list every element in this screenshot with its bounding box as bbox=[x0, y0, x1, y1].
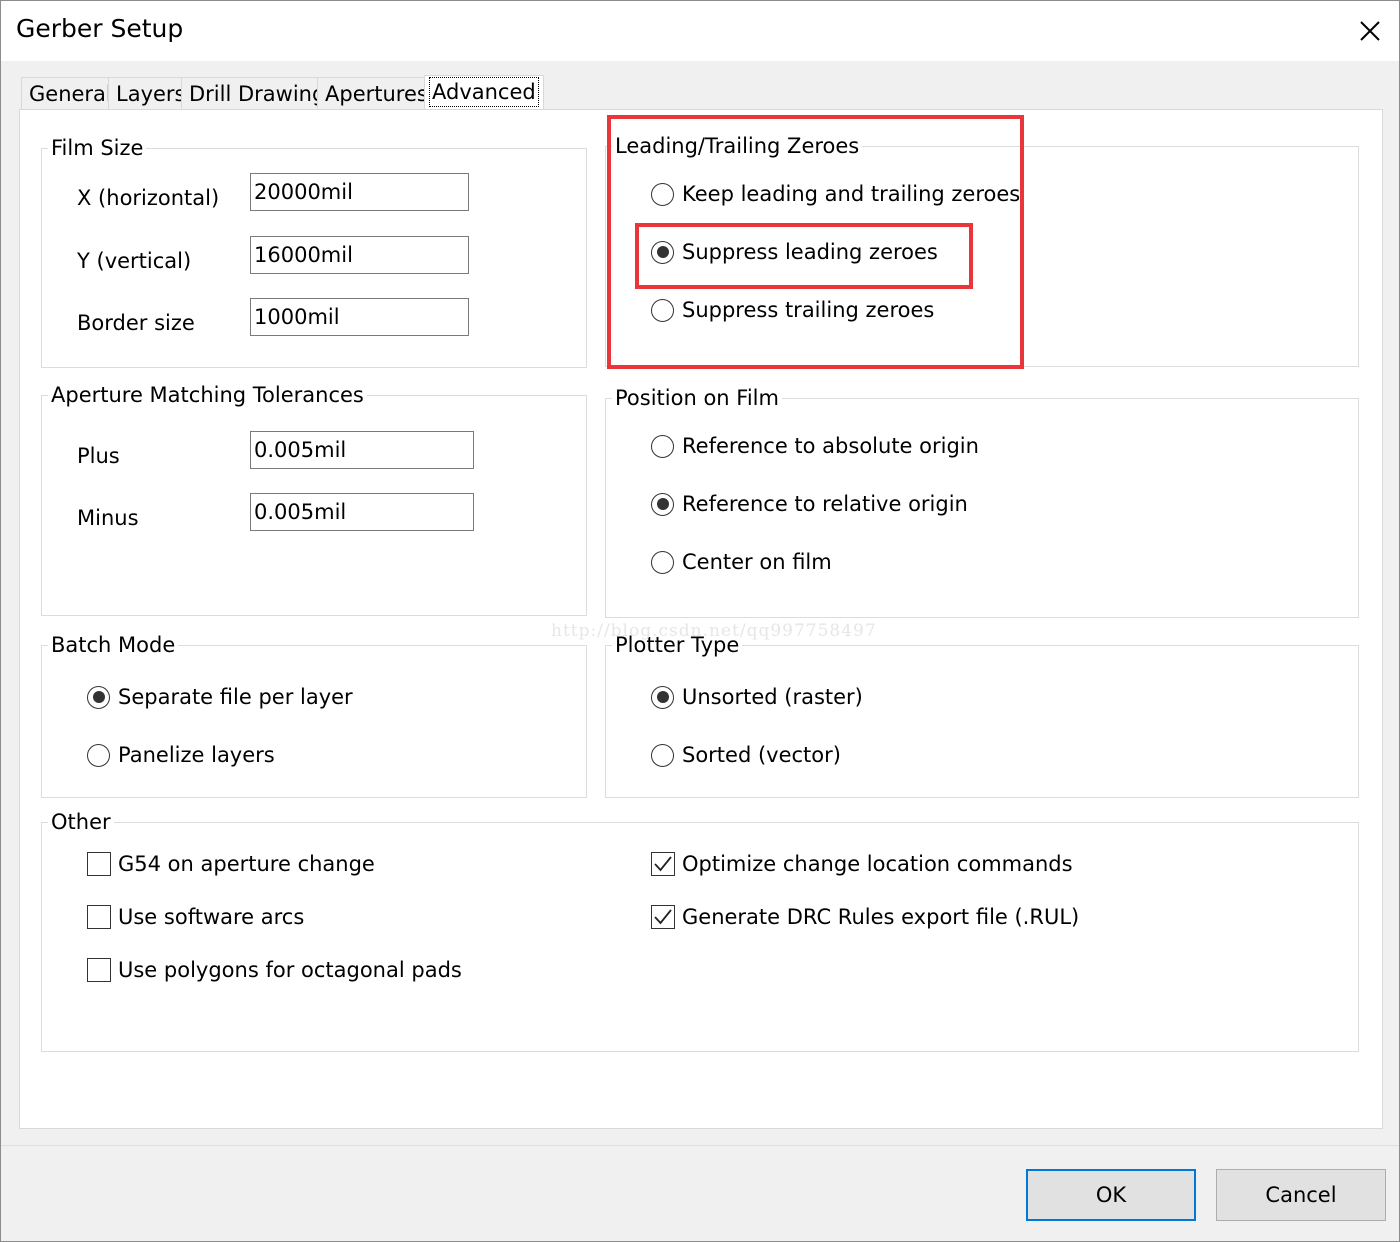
watermark: http://blog.csdn.net/qq997758497 bbox=[551, 621, 877, 641]
tab-general[interactable]: General bbox=[21, 77, 120, 111]
radio-button[interactable] bbox=[651, 685, 674, 709]
y-vertical-input[interactable]: 16000mil bbox=[250, 236, 469, 274]
aperture-tolerances-title: Aperture Matching Tolerances bbox=[48, 381, 367, 409]
checkmark-icon bbox=[654, 909, 672, 925]
x-horizontal-label: X (horizontal) bbox=[77, 186, 220, 210]
y-vertical-label: Y (vertical) bbox=[77, 249, 192, 273]
advanced-tab-panel: Film Size X (horizontal) 20000mil Y (ver… bbox=[19, 109, 1383, 1129]
film-size-group: Film Size X (horizontal) 20000mil Y (ver… bbox=[41, 134, 587, 368]
radio-button[interactable] bbox=[87, 685, 110, 709]
position-on-film-title: Position on Film bbox=[612, 384, 782, 412]
footer-separator bbox=[1, 1145, 1399, 1146]
keep-zeroes-option[interactable]: Keep leading and trailing zeroes bbox=[651, 182, 1020, 206]
sorted-vector-option[interactable]: Sorted (vector) bbox=[651, 743, 841, 767]
plotter-type-group: Plotter Type Unsorted (raster) Sorted (v… bbox=[605, 631, 1359, 798]
checkbox[interactable] bbox=[87, 852, 111, 876]
relative-origin-option[interactable]: Reference to relative origin bbox=[651, 492, 968, 516]
checkmark-icon bbox=[654, 856, 672, 872]
border-size-input[interactable]: 1000mil bbox=[250, 298, 469, 336]
absolute-origin-option[interactable]: Reference to absolute origin bbox=[651, 434, 979, 458]
zeroes-group: Leading/Trailing Zeroes Keep leading and… bbox=[605, 132, 1359, 367]
batch-mode-group: Batch Mode Separate file per layer Panel… bbox=[41, 631, 587, 798]
border-size-label: Border size bbox=[77, 311, 195, 335]
separate-file-option[interactable]: Separate file per layer bbox=[87, 685, 353, 709]
octagonal-pads-option[interactable]: Use polygons for octagonal pads bbox=[87, 958, 462, 982]
radio-button[interactable] bbox=[651, 298, 674, 322]
radio-button[interactable] bbox=[651, 492, 674, 516]
plus-label: Plus bbox=[77, 444, 120, 468]
checkbox[interactable] bbox=[87, 905, 111, 929]
plus-input[interactable]: 0.005mil bbox=[250, 431, 474, 469]
minus-label: Minus bbox=[77, 506, 139, 530]
position-on-film-group: Position on Film Reference to absolute o… bbox=[605, 384, 1359, 618]
minus-input[interactable]: 0.005mil bbox=[250, 493, 474, 531]
radio-button[interactable] bbox=[651, 743, 674, 767]
title-bar: Gerber Setup bbox=[1, 1, 1399, 61]
suppress-trailing-option[interactable]: Suppress trailing zeroes bbox=[651, 298, 934, 322]
close-button[interactable] bbox=[1348, 9, 1392, 53]
batch-mode-title: Batch Mode bbox=[48, 631, 179, 659]
checkbox[interactable] bbox=[651, 852, 675, 876]
other-group: Other G54 on aperture change Use softwar… bbox=[41, 808, 1359, 1052]
radio-button[interactable] bbox=[651, 434, 674, 458]
checkbox[interactable] bbox=[87, 958, 111, 982]
film-size-title: Film Size bbox=[48, 134, 147, 162]
software-arcs-option[interactable]: Use software arcs bbox=[87, 905, 304, 929]
panelize-layers-option[interactable]: Panelize layers bbox=[87, 743, 275, 767]
gerber-setup-dialog: Gerber Setup General Layers Drill Drawin… bbox=[0, 0, 1400, 1242]
optimize-location-option[interactable]: Optimize change location commands bbox=[651, 852, 1073, 876]
checkbox[interactable] bbox=[651, 905, 675, 929]
close-icon bbox=[1360, 21, 1380, 41]
ok-button[interactable]: OK bbox=[1026, 1169, 1196, 1221]
radio-button[interactable] bbox=[651, 550, 674, 574]
suppress-leading-option[interactable]: Suppress leading zeroes bbox=[651, 240, 938, 264]
radio-button[interactable] bbox=[87, 743, 110, 767]
drc-rules-export-option[interactable]: Generate DRC Rules export file (.RUL) bbox=[651, 905, 1079, 929]
unsorted-raster-option[interactable]: Unsorted (raster) bbox=[651, 685, 863, 709]
tab-apertures[interactable]: Apertures bbox=[317, 77, 436, 111]
cancel-button[interactable]: Cancel bbox=[1216, 1169, 1386, 1221]
dialog-title: Gerber Setup bbox=[16, 14, 184, 43]
center-on-film-option[interactable]: Center on film bbox=[651, 550, 832, 574]
tab-drill-drawing[interactable]: Drill Drawing bbox=[181, 77, 334, 111]
aperture-tolerances-group: Aperture Matching Tolerances Plus 0.005m… bbox=[41, 381, 587, 616]
radio-button[interactable] bbox=[651, 240, 674, 264]
other-title: Other bbox=[48, 808, 114, 836]
x-horizontal-input[interactable]: 20000mil bbox=[250, 173, 469, 211]
zeroes-title: Leading/Trailing Zeroes bbox=[612, 132, 863, 160]
radio-button[interactable] bbox=[651, 182, 674, 206]
g54-option[interactable]: G54 on aperture change bbox=[87, 852, 375, 876]
tab-advanced[interactable]: Advanced bbox=[424, 75, 544, 111]
